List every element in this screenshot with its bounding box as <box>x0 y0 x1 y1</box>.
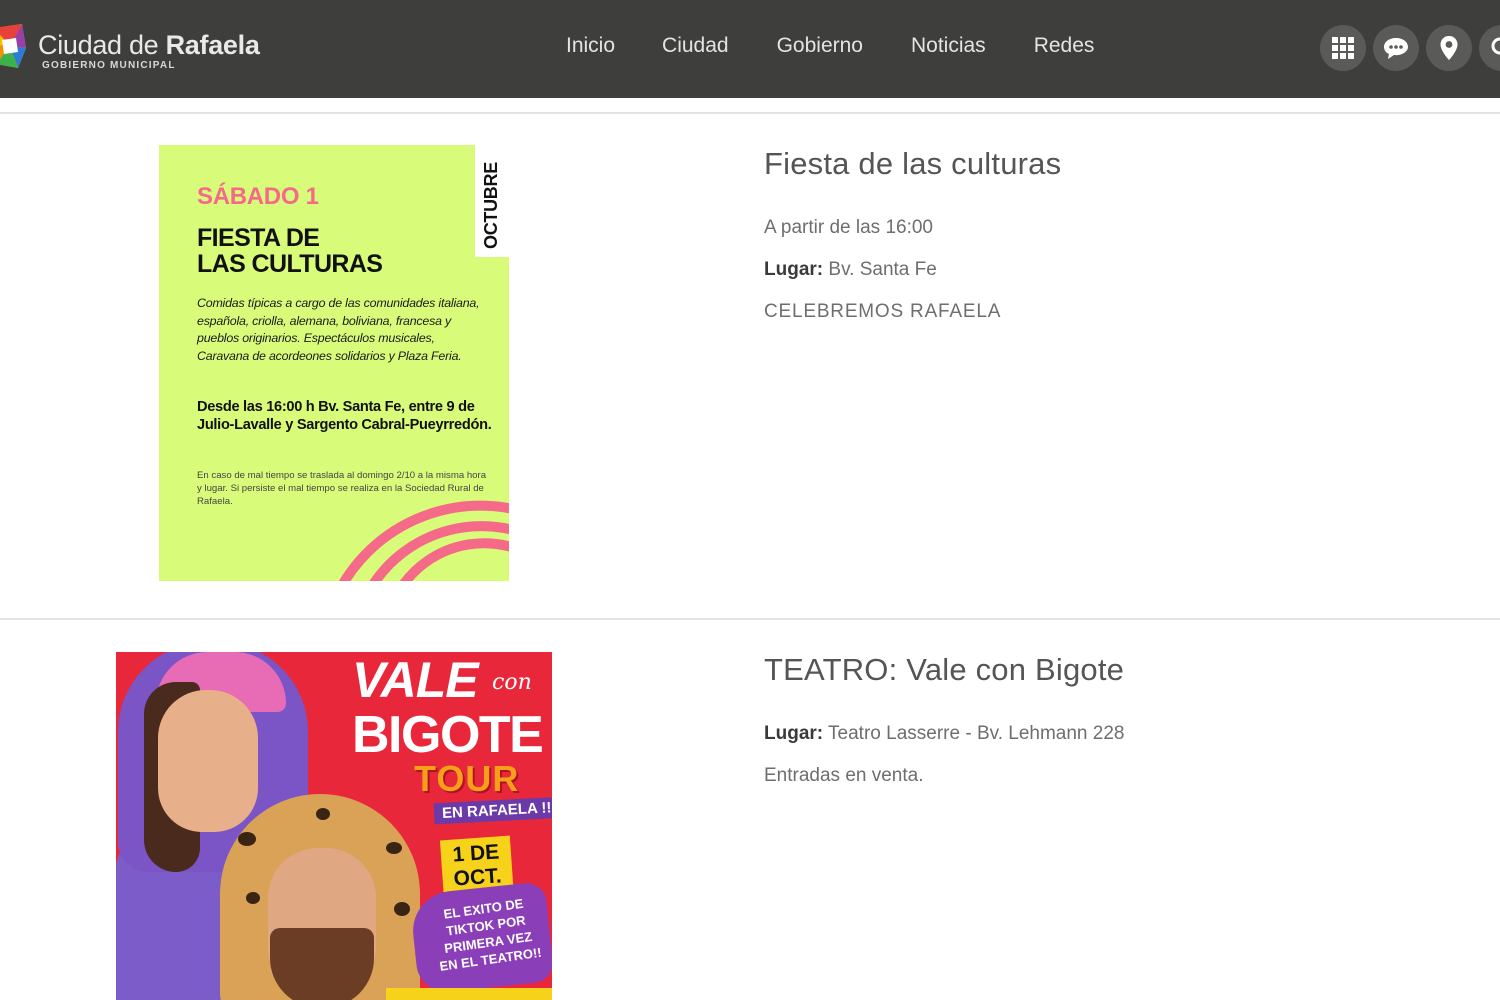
search-button[interactable] <box>1479 25 1500 71</box>
event-poster-fiesta-culturas[interactable]: OCTUBRE SÁBADO 1 FIESTA DE LAS CULTURAS … <box>159 145 509 581</box>
site-logo[interactable]: Ciudad de Rafaela GOBIERNO MUNICIPAL <box>0 18 300 80</box>
poster-title-con: con <box>492 670 532 695</box>
poster-description: Comidas típicas a cargo de las comunidad… <box>197 296 480 363</box>
event-place-label: Lugar: <box>764 259 824 280</box>
poster-title-vale: VALE <box>352 652 479 708</box>
poster-note: En caso de mal tiempo se traslada al dom… <box>197 470 487 507</box>
poster-leopard-spot <box>386 842 402 854</box>
apps-button[interactable] <box>1320 25 1366 71</box>
event-tag: CELEBREMOS RAFAELA <box>764 301 1002 322</box>
location-pin-icon <box>1440 36 1458 60</box>
main-nav: Inicio Ciudad Gobierno Noticias Redes <box>566 34 1094 62</box>
event-place: Lugar: Teatro Lasserre - Bv. Lehmann 228 <box>764 723 1124 745</box>
poster-leopard-spot <box>246 892 260 904</box>
nav-item-inicio[interactable]: Inicio <box>566 34 615 62</box>
chat-icon <box>1384 38 1408 59</box>
poster-month: OCTUBRE <box>481 162 501 249</box>
poster-title-bigote: BIGOTE <box>352 706 544 764</box>
poster-leopard-spot <box>394 902 410 916</box>
event-place: Lugar: Bv. Santa Fe <box>764 259 937 281</box>
chat-button[interactable] <box>1373 25 1419 71</box>
brand-subtitle: GOBIERNO MUNICIPAL <box>42 60 176 71</box>
search-icon <box>1491 37 1500 55</box>
nav-item-noticias[interactable]: Noticias <box>911 34 986 62</box>
event-poster-vale-con-bigote[interactable]: VALE con BIGOTE TOUR EN RAFAELA !!! 1 DE… <box>116 652 552 1000</box>
brand-title: Ciudad de Rafaela <box>38 30 260 61</box>
brand-title-regular: Ciudad de <box>38 30 166 60</box>
poster-title: FIESTA DE LAS CULTURAS <box>197 224 383 278</box>
poster-day: SÁBADO 1 <box>197 183 319 210</box>
divider <box>0 618 1500 620</box>
event-place-value: Teatro Lasserre - Bv. Lehmann 228 <box>828 723 1125 744</box>
logo-mark-icon <box>0 24 26 68</box>
nav-item-gobierno[interactable]: Gobierno <box>777 34 863 62</box>
site-header: Ciudad de Rafaela GOBIERNO MUNICIPAL Ini… <box>0 0 1500 98</box>
poster-tour: TOUR <box>414 758 520 799</box>
grid-icon <box>1332 37 1354 59</box>
event-place-label: Lugar: <box>764 723 824 744</box>
poster-man-beard <box>270 928 374 1000</box>
event-place-value: Bv. Santa Fe <box>828 259 937 280</box>
poster-time-place: Desde las 16:00 h Bv. Santa Fe, entre 9 … <box>197 399 492 433</box>
nav-item-redes[interactable]: Redes <box>1034 34 1095 62</box>
brand-title-bold: Rafaela <box>165 30 260 60</box>
event-time: A partir de las 16:00 <box>764 217 933 238</box>
event-title[interactable]: TEATRO: Vale con Bigote <box>764 652 1124 688</box>
poster-woman-face <box>158 690 258 832</box>
nav-item-ciudad[interactable]: Ciudad <box>662 34 729 62</box>
poster-location: EN RAFAELA !!! <box>433 796 552 825</box>
poster-leopard-spot <box>316 808 330 820</box>
poster-leopard-spot <box>238 832 256 846</box>
event-title[interactable]: Fiesta de las culturas <box>764 146 1061 182</box>
event-info: Entradas en venta. <box>764 765 924 786</box>
map-button[interactable] <box>1426 25 1472 71</box>
divider <box>0 112 1500 114</box>
poster-sale-strip <box>386 988 552 1000</box>
